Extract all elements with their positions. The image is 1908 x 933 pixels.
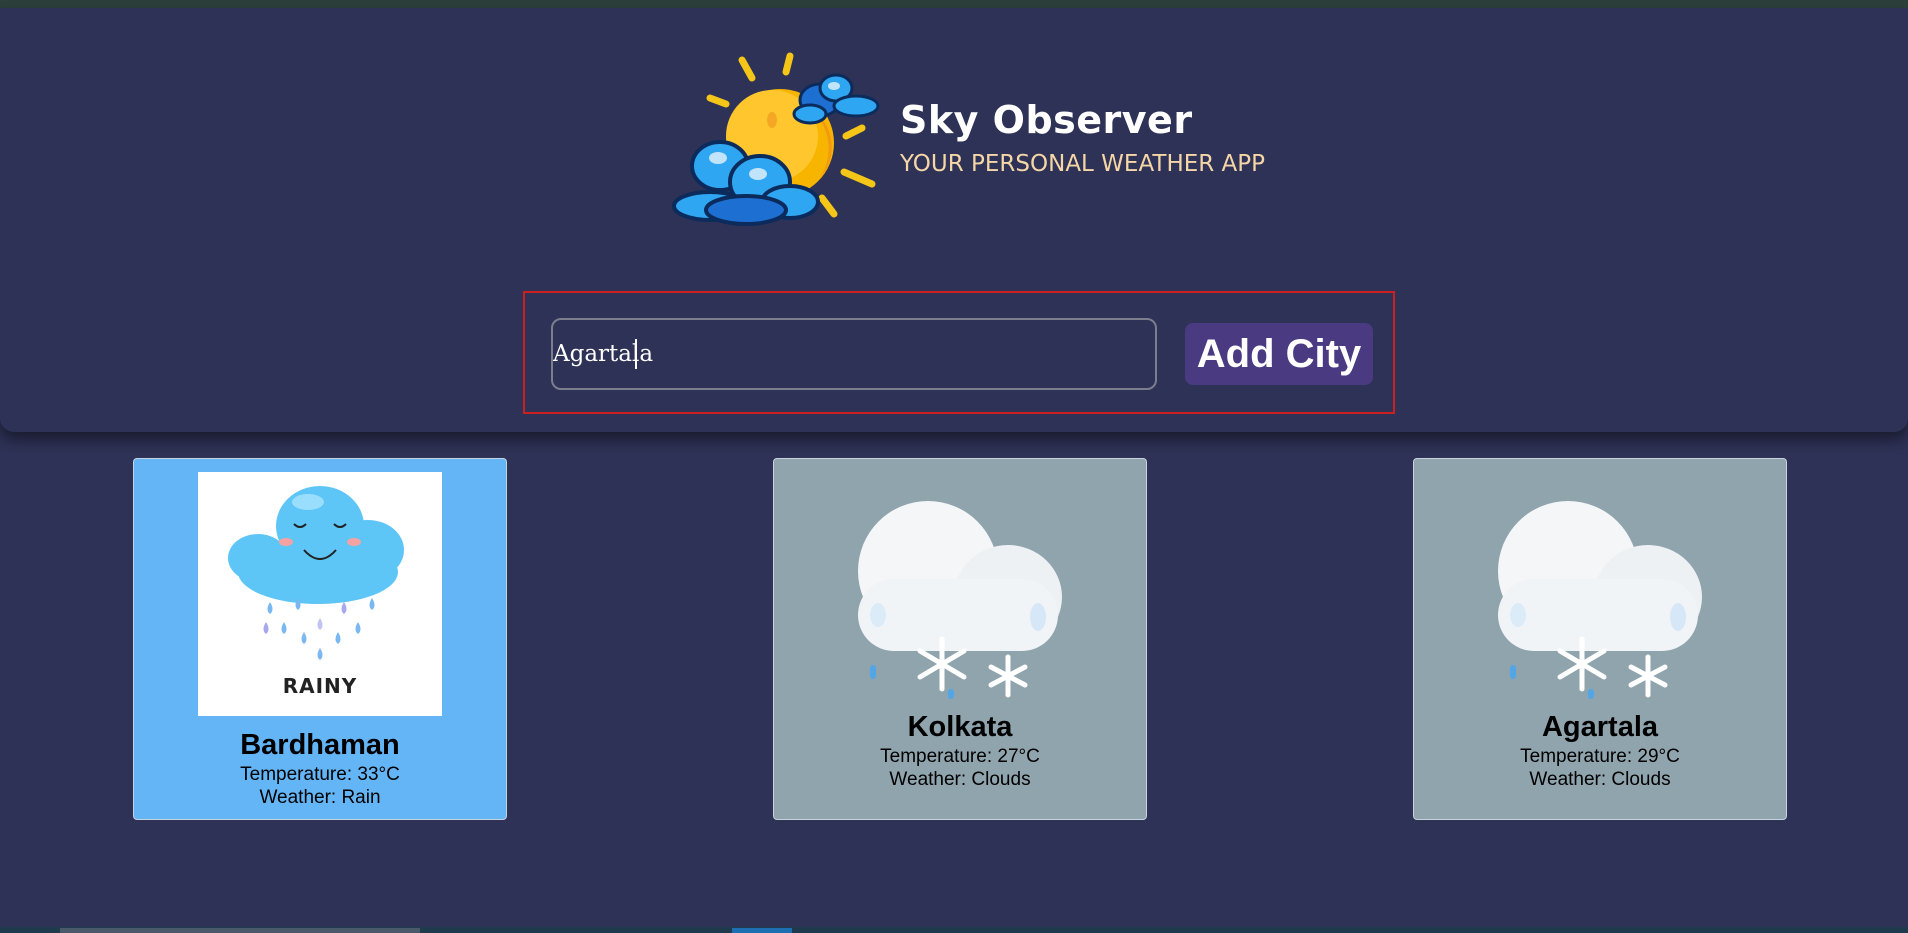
sun-cloud-logo-icon (660, 48, 890, 238)
card-weather: Weather: Clouds (1529, 769, 1671, 790)
add-city-form: Add City (523, 291, 1395, 414)
browser-top-strip (0, 0, 1908, 8)
taskbar-item[interactable] (60, 928, 420, 933)
card-city-name: Kolkata (907, 711, 1013, 743)
card-city-name: Agartala (1541, 711, 1659, 743)
snow-cloud-icon (838, 489, 1082, 699)
card-city-name: Bardhaman (240, 729, 400, 761)
weather-card-kolkata: Kolkata Temperature: 27°C Weather: Cloud… (773, 458, 1147, 820)
rainy-cloud-icon: RAINY (198, 472, 442, 716)
card-weather: Weather: Clouds (889, 769, 1031, 790)
card-temperature: Temperature: 27°C (880, 746, 1040, 767)
text-cursor (635, 339, 637, 369)
card-temperature: Temperature: 33°C (240, 764, 400, 785)
app-title: Sky Observer (900, 98, 1193, 142)
city-search-input[interactable] (551, 318, 1157, 390)
rainy-image-label: RAINY (282, 674, 358, 698)
app-subtitle: YOUR PERSONAL WEATHER APP (900, 151, 1266, 177)
weather-card-bardhaman: RAINY Bardhaman Temperature: 33°C Weathe… (133, 458, 507, 820)
taskbar-item-active[interactable] (732, 928, 792, 933)
snow-cloud-icon (1478, 489, 1722, 699)
add-city-button[interactable]: Add City (1185, 323, 1373, 385)
card-weather: Weather: Rain (259, 787, 381, 808)
weather-card-agartala: Agartala Temperature: 29°C Weather: Clou… (1413, 458, 1787, 820)
app-header: Sky Observer YOUR PERSONAL WEATHER APP A… (0, 8, 1908, 432)
card-temperature: Temperature: 29°C (1520, 746, 1680, 767)
